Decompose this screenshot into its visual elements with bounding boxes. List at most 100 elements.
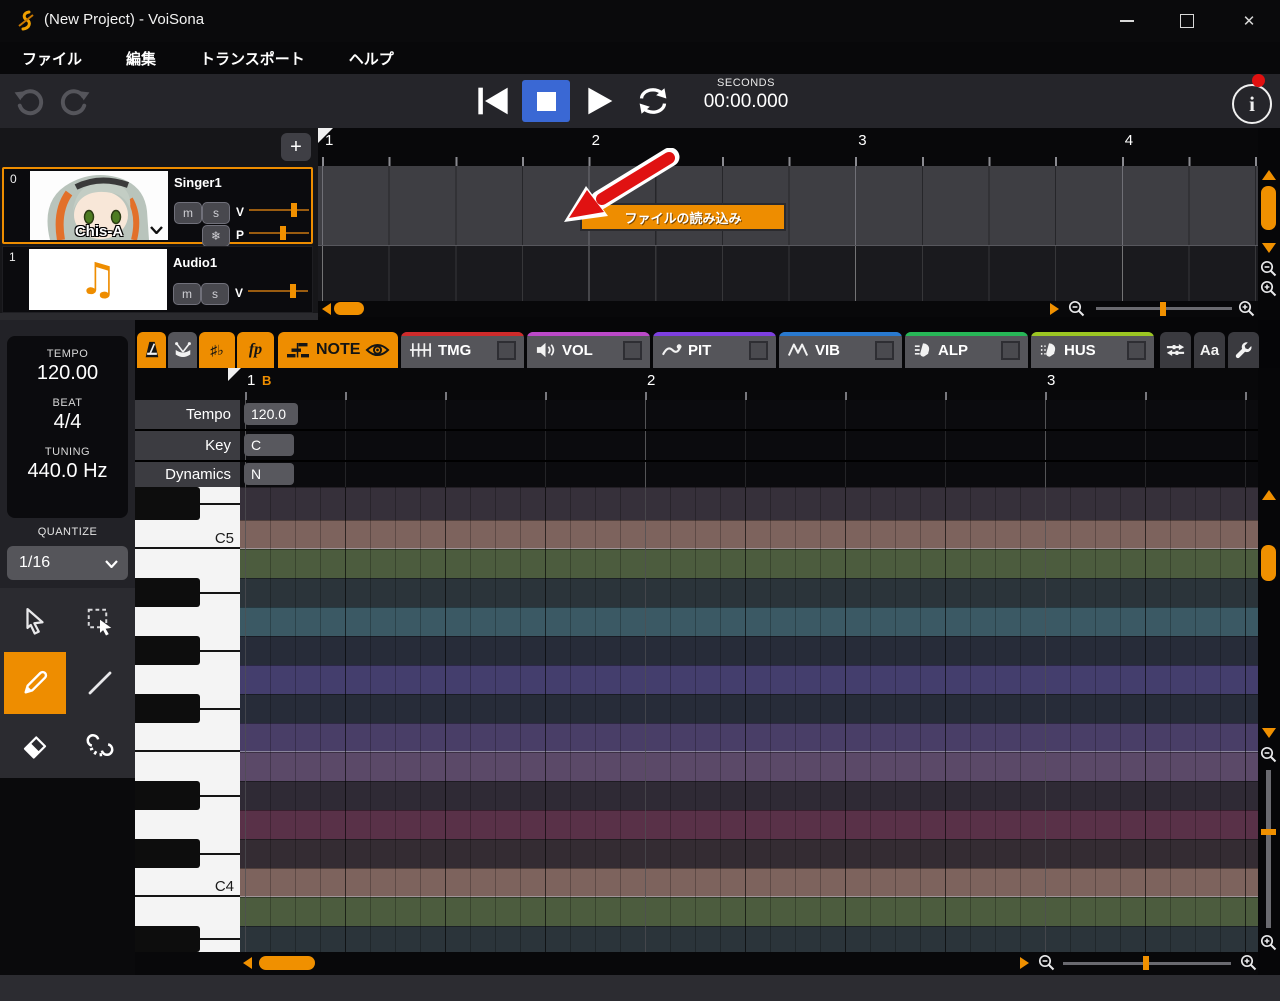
dynamics-chip[interactable]: N: [244, 463, 294, 485]
solo-button[interactable]: s: [202, 202, 230, 224]
pan-slider[interactable]: [249, 226, 309, 240]
skip-to-start-button[interactable]: [474, 85, 512, 117]
tab-vib[interactable]: VIB: [779, 332, 902, 368]
grid-row-gs4[interactable]: [240, 636, 1258, 665]
grid-row-as3[interactable]: [240, 926, 1258, 952]
tab-tmg[interactable]: TMG: [401, 332, 524, 368]
key-row-track[interactable]: C: [240, 431, 1258, 460]
scroll-right-arrow[interactable]: [1020, 957, 1029, 969]
tab-checkbox[interactable]: [497, 340, 516, 360]
piano-key-cs4[interactable]: [135, 839, 240, 868]
undo-icon[interactable]: [12, 86, 46, 116]
tempo-chip[interactable]: 120.0: [244, 403, 298, 425]
add-track-button[interactable]: +: [281, 133, 311, 161]
grid-row-b4[interactable]: [240, 549, 1258, 578]
menu-edit[interactable]: 編集: [104, 48, 178, 69]
mixer-button[interactable]: [1160, 332, 1191, 368]
grid-row-c4[interactable]: [240, 868, 1258, 897]
drum-button[interactable]: [168, 332, 197, 368]
menu-help[interactable]: ヘルプ: [327, 48, 416, 69]
zoom-in-icon[interactable]: [1240, 954, 1258, 972]
zoom-in-icon[interactable]: [1238, 300, 1256, 318]
scroll-down-arrow[interactable]: [1262, 728, 1276, 738]
tempo-row-track[interactable]: 120.0: [240, 400, 1258, 429]
tab-vol[interactable]: VOL: [527, 332, 650, 368]
tab-checkbox[interactable]: [1127, 340, 1146, 360]
scroll-handle[interactable]: [259, 956, 315, 970]
vzoom-slider-handle[interactable]: [1261, 829, 1276, 835]
scroll-right-arrow[interactable]: [1050, 303, 1059, 315]
arrange-timeline[interactable]: 1234 ファイルの読み込み: [318, 128, 1258, 320]
volume-slider[interactable]: [248, 284, 308, 298]
pointer-tool[interactable]: [4, 590, 66, 652]
scroll-left-arrow[interactable]: [322, 303, 331, 315]
font-button[interactable]: Aa: [1194, 332, 1225, 368]
metronome-button[interactable]: [137, 332, 166, 368]
zoom-out-icon[interactable]: [1260, 260, 1278, 278]
grid-row-b3[interactable]: [240, 897, 1258, 926]
vscroll-handle[interactable]: [1261, 545, 1276, 581]
grid-row-fs4[interactable]: [240, 694, 1258, 723]
stop-button[interactable]: [522, 80, 570, 122]
play-button[interactable]: [582, 85, 616, 117]
beat-value[interactable]: 4/4: [7, 411, 128, 434]
mute-button[interactable]: m: [173, 283, 201, 305]
close-button[interactable]: ✕: [1226, 0, 1272, 42]
piano-key-d4[interactable]: [135, 810, 240, 839]
pianoroll-ruler[interactable]: B 1 2 3: [135, 368, 1258, 400]
grid-row-c5[interactable]: [240, 520, 1258, 549]
redo-icon[interactable]: [58, 86, 92, 116]
piano-key-c4[interactable]: C4: [135, 868, 240, 897]
piano-key-gs4[interactable]: [135, 636, 240, 665]
grid-row-ds4[interactable]: [240, 781, 1258, 810]
grid-row-f4[interactable]: [240, 723, 1258, 752]
voice-name[interactable]: Chis-A: [30, 223, 168, 240]
zoom-slider-handle[interactable]: [1160, 302, 1166, 316]
timeline-hscrollbar[interactable]: [318, 300, 1258, 318]
quantize-dropdown[interactable]: 1/16: [7, 546, 128, 580]
piano-key-g4[interactable]: [135, 665, 240, 694]
key-chip[interactable]: C: [244, 434, 294, 456]
grid-row-as4[interactable]: [240, 578, 1258, 607]
zoom-out-icon[interactable]: [1260, 746, 1278, 764]
visibility-eye-icon[interactable]: [365, 342, 390, 358]
scroll-down-arrow[interactable]: [1262, 243, 1276, 253]
piano-key-as3[interactable]: [135, 926, 240, 952]
mute-button[interactable]: m: [174, 202, 202, 224]
piano-key-b3[interactable]: [135, 897, 240, 926]
tab-pit[interactable]: PIT: [653, 332, 776, 368]
piano-key-f4[interactable]: [135, 723, 240, 752]
accidental-button[interactable]: ♯♭: [199, 332, 235, 368]
singer-track-lane[interactable]: [318, 166, 1258, 245]
maximize-button[interactable]: [1164, 0, 1210, 42]
grid-row-cs4[interactable]: [240, 839, 1258, 868]
unlink-tool[interactable]: [69, 714, 131, 776]
piano-key-e4[interactable]: [135, 752, 240, 781]
eraser-tool[interactable]: [4, 714, 66, 776]
audio-thumbnail[interactable]: ♫: [29, 249, 167, 310]
track-audio1[interactable]: 1 ♫ Audio1 m s V: [2, 246, 313, 313]
minimize-button[interactable]: [1104, 0, 1150, 42]
piano-key-ds4[interactable]: [135, 781, 240, 810]
timeline-ruler[interactable]: 1234: [318, 128, 1258, 166]
chevron-down-icon[interactable]: [150, 226, 163, 234]
line-tool[interactable]: [69, 652, 131, 714]
zoom-in-icon[interactable]: [1260, 280, 1278, 298]
piano-key-b4[interactable]: [135, 549, 240, 578]
grid-row-d4[interactable]: [240, 810, 1258, 839]
tuning-value[interactable]: 440.0 Hz: [7, 460, 128, 483]
menu-transport[interactable]: トランスポート: [178, 48, 327, 69]
scroll-handle[interactable]: [334, 302, 364, 315]
piano-key-a4[interactable]: [135, 607, 240, 636]
piano-key-c5[interactable]: C5: [135, 520, 240, 549]
grid-row-a4[interactable]: [240, 607, 1258, 636]
marquee-select-tool[interactable]: [69, 590, 131, 652]
zoom-out-icon[interactable]: [1038, 954, 1056, 972]
grid-row-e4[interactable]: [240, 752, 1258, 781]
solo-button[interactable]: s: [201, 283, 229, 305]
piano-key-as4[interactable]: [135, 578, 240, 607]
grid-row-cs5[interactable]: [240, 487, 1258, 520]
scroll-left-arrow[interactable]: [243, 957, 252, 969]
wrench-button[interactable]: [1228, 332, 1259, 368]
audio-track-lane[interactable]: [318, 246, 1258, 301]
